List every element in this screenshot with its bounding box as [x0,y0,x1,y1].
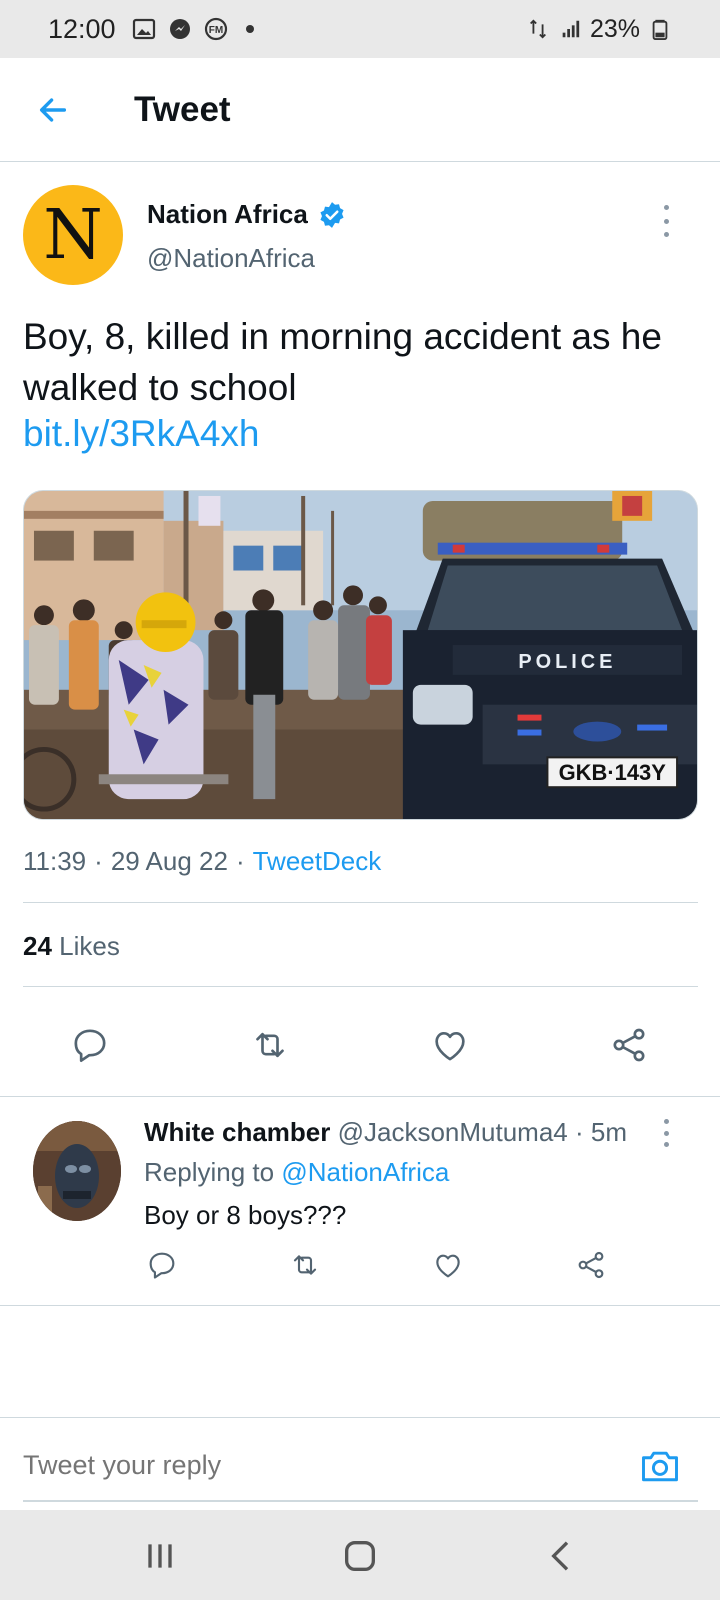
reply-tweet[interactable]: White chamber @JacksonMutuma4 · 5m Reply… [0,1097,720,1307]
battery-percent: 23% [589,14,640,43]
divider [0,1305,720,1306]
reply-author-handle[interactable]: @JacksonMutuma4 [338,1117,568,1147]
author-avatar[interactable]: N [23,185,123,285]
divider [23,986,698,987]
comment-icon [149,1252,175,1279]
photo-plate-text: GKB·143Y [559,760,667,785]
reply-actions [0,1247,720,1291]
likes-count: 24 [23,931,52,961]
reply-like-button[interactable] [430,1247,466,1283]
data-transfer-icon [526,17,550,41]
tweet-photo[interactable]: POLICE GKB·143Y [23,490,698,820]
author-name[interactable]: Nation Africa [147,199,346,230]
share-icon [613,1028,645,1062]
system-nav-bar [0,1510,720,1600]
share-icon [578,1251,604,1279]
chevron-left-icon [551,1541,569,1571]
reply-share-button[interactable] [573,1247,609,1283]
more-dot-icon [663,218,669,224]
svg-text:FM: FM [208,25,222,36]
more-dot-icon [663,1142,669,1147]
meta-separator: · [575,1117,584,1147]
fm-icon: FM [204,17,228,41]
main-tweet: N Nation Africa @NationAfrica Boy, 8, ki… [0,163,720,1062]
replying-to: Replying to @NationAfrica [144,1157,449,1188]
back-button[interactable] [24,81,82,139]
status-right: 23% [526,15,672,44]
camera-button[interactable] [638,1444,682,1488]
status-bar: 12:00 FM 23% [0,0,720,58]
share-button[interactable] [607,1023,651,1067]
more-options-button[interactable] [654,201,678,241]
avatar-letter: N [43,195,103,275]
page-title: Tweet [134,89,231,129]
reply-reply-button[interactable] [144,1247,180,1283]
likes-row[interactable]: 24 Likes [23,931,120,962]
system-back-button[interactable] [538,1532,586,1580]
status-left: 12:00 FM [48,14,254,45]
tweet-date: 29 Aug 22 [110,846,228,876]
tweet-text: Boy, 8, killed in morning accident as he… [23,316,662,408]
meta-separator: · [94,846,103,876]
reply-button[interactable] [68,1023,112,1067]
heart-icon [435,1032,465,1061]
recent-apps-icon [148,1544,172,1568]
more-dot-icon [663,1130,669,1136]
tweet-header: N Nation Africa @NationAfrica [0,163,720,291]
like-button[interactable] [428,1023,472,1067]
reply-avatar[interactable] [33,1121,121,1221]
divider [23,902,698,903]
tweet-link[interactable]: bit.ly/3RkA4xh [23,413,260,455]
retweet-icon [293,1255,317,1275]
replying-to-handle[interactable]: @NationAfrica [281,1157,449,1187]
more-dot-icon [663,232,669,237]
comment-icon [74,1029,106,1062]
recent-apps-button[interactable] [136,1532,184,1580]
photo-police-text: POLICE [518,651,616,673]
reply-header: White chamber @JacksonMutuma4 · 5m [144,1117,627,1148]
retweet-button[interactable] [248,1023,292,1067]
replying-prefix: Replying to [144,1157,275,1187]
messenger-icon [168,17,192,41]
camera-icon [642,1451,678,1482]
author-handle[interactable]: @NationAfrica [147,243,315,274]
reply-text: Boy or 8 boys??? [144,1200,347,1230]
reply-author-name[interactable]: White chamber [144,1117,330,1147]
notification-dot [245,25,254,33]
likes-label: Likes [59,931,120,961]
tweet-actions [0,1013,720,1077]
tweet-time: 11:39 [23,846,87,876]
home-icon [345,1541,375,1571]
reply-retweet-button[interactable] [287,1247,323,1283]
more-dot-icon [663,205,669,210]
gallery-icon [132,17,156,41]
app-bar: Tweet [0,58,720,162]
tweet-meta: 11:39 · 29 Aug 22 · TweetDeck [23,846,381,877]
reply-input[interactable] [23,1450,603,1481]
meta-separator: · [235,846,245,876]
compose-bar [0,1417,720,1510]
reply-more-options-button[interactable] [654,1119,678,1147]
author-name-text: Nation Africa [147,199,308,229]
verified-badge-icon [318,201,346,229]
signal-icon [558,17,582,41]
arrow-left-icon [39,97,67,122]
compose-underline [23,1500,698,1502]
reply-age: 5m [590,1117,628,1147]
battery-icon [648,17,672,41]
tweet-source[interactable]: TweetDeck [253,846,382,877]
heart-icon [436,1254,460,1278]
status-time: 12:00 [48,13,116,44]
home-button[interactable] [336,1532,384,1580]
more-dot-icon [663,1119,669,1124]
retweet-icon [256,1032,284,1058]
